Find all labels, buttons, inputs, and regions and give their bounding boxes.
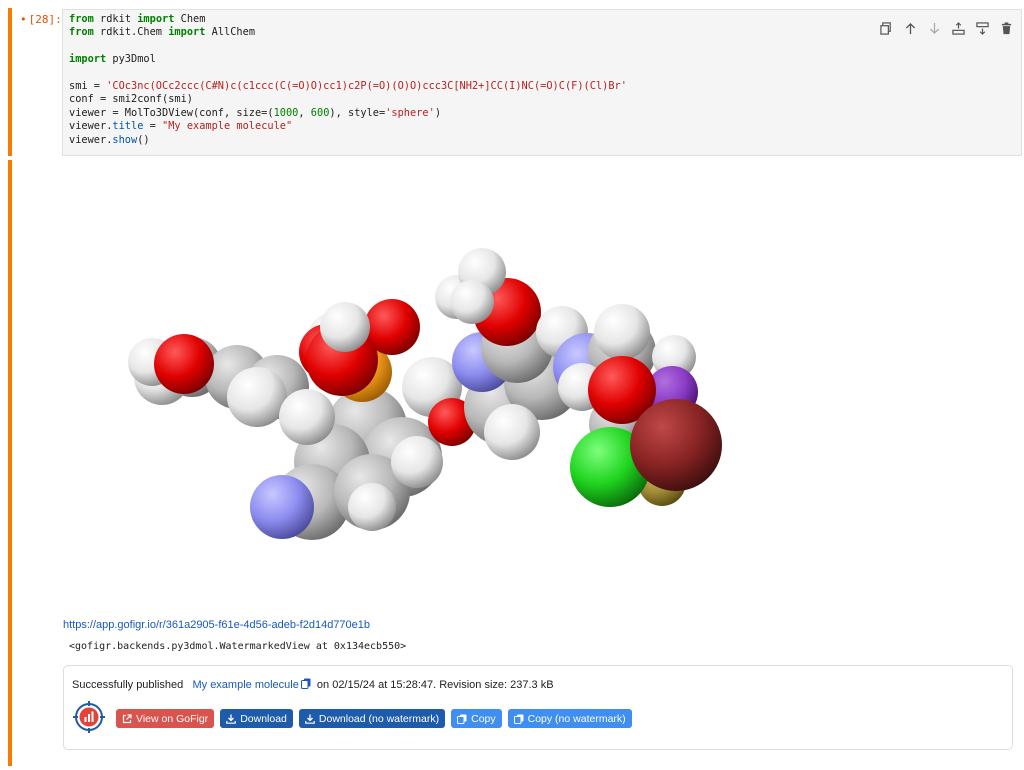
molecule-3d-viewer[interactable] — [62, 162, 1022, 612]
download-icon — [305, 714, 315, 724]
code-token: ), style= — [329, 106, 386, 119]
move-down-icon[interactable] — [927, 21, 941, 35]
code-number: 600 — [310, 106, 330, 119]
code-token: conf = smi2conf(smi) — [69, 93, 193, 106]
code-token: py3Dmol — [112, 53, 156, 66]
gofigr-logo — [72, 700, 106, 734]
code-token: import — [137, 13, 175, 25]
previous-output-edge — [0, 0, 1024, 4]
code-token: viewer = MolTo3DView(conf, size=( — [69, 106, 274, 119]
duplicate-icon[interactable] — [879, 21, 893, 35]
move-up-icon[interactable] — [903, 21, 917, 35]
code-token: import — [69, 53, 107, 66]
download-no-watermark-button[interactable]: Download (no watermark) — [298, 709, 446, 728]
insert-below-icon[interactable] — [975, 21, 989, 35]
code-text[interactable]: from rdkit import Chem from rdkit.Chem i… — [69, 13, 627, 147]
copy-icon[interactable] — [300, 678, 311, 692]
code-token: viewer. — [69, 120, 113, 133]
gofigr-publish-panel: Successfully published My example molecu… — [63, 665, 1013, 750]
download-nowm-button-label: Download (no watermark) — [318, 712, 440, 725]
copy-icon — [457, 714, 467, 724]
status-prefix: Successfully published — [72, 679, 184, 691]
view-button-label: View on GoFigr — [136, 712, 209, 725]
code-number: 1000 — [273, 106, 299, 119]
cell-toolbar — [879, 21, 1013, 35]
external-link-icon — [122, 713, 132, 723]
code-token: from — [69, 26, 94, 39]
code-token: AllChem — [211, 26, 256, 39]
object-repr: <gofigr.backends.py3dmol.WatermarkedView… — [69, 641, 407, 652]
code-token: Chem — [180, 13, 206, 25]
code-token: rdkit — [100, 13, 132, 25]
copy-button[interactable]: Copy — [451, 709, 502, 728]
molecule-spheres — [128, 248, 722, 540]
cell-selection-bar[interactable] — [8, 8, 12, 156]
view-on-gofigr-button[interactable]: View on GoFigr — [116, 709, 215, 728]
code-editor[interactable]: from rdkit import Chem from rdkit.Chem i… — [62, 9, 1022, 156]
code-string: "My example molecule" — [162, 120, 293, 133]
gofigr-revision-link[interactable]: https://app.gofigr.io/r/361a2905-f61e-4d… — [63, 619, 370, 631]
code-token: import — [168, 26, 206, 39]
publish-status: Successfully published My example molecu… — [72, 678, 554, 692]
code-token: from — [69, 13, 94, 25]
execution-count: [28]: — [28, 13, 62, 26]
code-token: rdkit.Chem — [100, 26, 163, 39]
copy-nowm-button-label: Copy (no watermark) — [527, 712, 626, 725]
copy-icon — [513, 714, 524, 724]
code-token: , — [298, 106, 311, 119]
code-token: viewer. — [69, 133, 113, 146]
output-collapse-bar[interactable] — [8, 160, 12, 766]
code-string: 'COc3nc(OCc2ccc(C#N)c(c1ccc(C(=O)O)cc1)c… — [106, 80, 627, 93]
status-suffix: on 02/15/24 at 15:28:47. Revision size: … — [316, 679, 554, 691]
code-string: 'sphere' — [385, 106, 435, 119]
code-attribute: title — [112, 120, 144, 133]
code-attribute: show — [112, 133, 138, 146]
download-button-label: Download — [240, 712, 287, 725]
figure-title-link[interactable]: My example molecule — [192, 679, 298, 691]
delete-icon[interactable] — [999, 21, 1013, 35]
modified-indicator: • — [20, 13, 27, 26]
download-icon — [226, 714, 236, 724]
copy-button-label: Copy — [471, 712, 496, 725]
code-token: () — [137, 133, 150, 146]
download-button[interactable]: Download — [220, 709, 293, 728]
code-token: ) — [434, 106, 442, 119]
publish-actions: View on GoFigr Download Download (no wat… — [116, 709, 632, 728]
code-token: = — [143, 120, 163, 133]
execution-prompt: • [28]: — [20, 13, 62, 26]
code-token: smi = — [69, 80, 107, 93]
copy-no-watermark-button[interactable]: Copy (no watermark) — [507, 709, 632, 728]
insert-above-icon[interactable] — [951, 21, 965, 35]
